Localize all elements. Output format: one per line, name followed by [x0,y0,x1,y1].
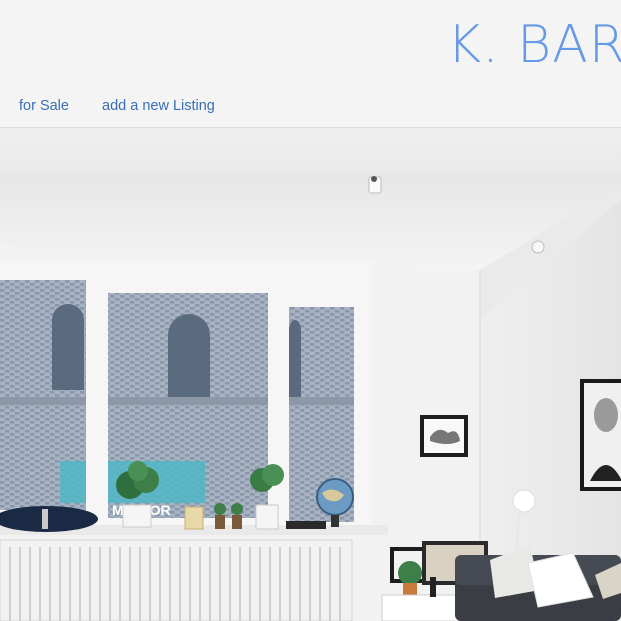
nav-link-add-listing[interactable]: add a new Listing [102,94,215,118]
hero-image: MATTOR [0,175,621,621]
nav-link-for-sale[interactable]: for Sale [19,94,69,118]
sub-bar [0,128,621,175]
site-title[interactable]: K. BARB [447,12,621,78]
site-header: K. BARB for Sale add a new Listing [0,0,621,128]
living-room-photo: MATTOR [0,175,621,621]
